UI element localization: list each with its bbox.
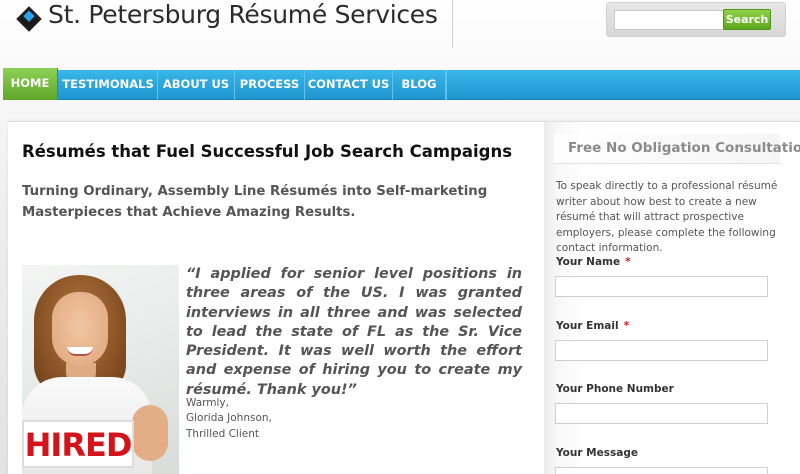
message-field[interactable] <box>555 467 768 474</box>
consultation-sidebar: Free No Obligation Consultation To speak… <box>544 122 800 474</box>
site-title[interactable]: St. Petersburg Résumé Services <box>48 0 438 29</box>
name-field[interactable] <box>555 276 768 297</box>
hired-sign-text: HIRED <box>24 426 133 464</box>
hired-sign: HIRED <box>22 420 134 468</box>
main-nav: HOME TESTIMONALS ABOUT US PROCESS CONTAC… <box>3 68 800 100</box>
email-field[interactable] <box>555 340 768 361</box>
signature-line-1: Warmly, <box>186 397 229 409</box>
search-button[interactable]: Search <box>723 9 771 30</box>
header-divider <box>452 0 453 48</box>
page-title: Résumés that Fuel Successful Job Search … <box>22 142 513 161</box>
phone-label: Your Phone Number <box>556 383 674 395</box>
sidebar-title: Free No Obligation Consultation <box>568 140 800 156</box>
testimonial-quote: “I applied for senior level positions in… <box>186 266 522 398</box>
email-label-text: Your Email <box>556 320 619 332</box>
logo-icon[interactable] <box>16 6 42 32</box>
photo-hand <box>132 405 168 461</box>
content-panel: Résumés that Fuel Successful Job Search … <box>8 121 800 474</box>
page-subtitle: Turning Ordinary, Assembly Line Résumés … <box>22 184 488 220</box>
phone-field[interactable] <box>555 403 768 424</box>
email-label: Your Email * <box>556 320 629 332</box>
name-label: Your Name * <box>556 256 631 268</box>
nav-divider <box>446 70 447 100</box>
email-required-mark: * <box>623 320 630 332</box>
name-required-mark: * <box>625 256 631 268</box>
nav-item-about-us[interactable]: ABOUT US <box>158 70 235 100</box>
search-form: Search <box>606 2 786 37</box>
sidebar-intro: To speak directly to a professional résu… <box>556 180 778 254</box>
nav-item-testimonals[interactable]: TESTIMONALS <box>59 70 158 100</box>
site-header: St. Petersburg Résumé Services Search <box>0 0 800 68</box>
nav-item-process[interactable]: PROCESS <box>235 70 305 100</box>
signature-line-2: Glorida Johnson, <box>186 412 272 425</box>
search-input[interactable] <box>614 10 724 30</box>
message-label-text: Your Message <box>556 447 638 459</box>
signature-line-3: Thrilled Client <box>186 427 259 440</box>
sidebar-title-box: Free No Obligation Consultation <box>554 134 800 164</box>
nav-item-blog[interactable]: BLOG <box>393 70 446 100</box>
phone-label-text: Your Phone Number <box>556 383 674 395</box>
testimonial-signature: Warmly, Glorida Johnson, Thrilled Client <box>186 396 272 442</box>
client-photo: HIRED <box>22 265 179 474</box>
nav-item-home[interactable]: HOME <box>3 68 58 100</box>
message-label: Your Message <box>556 447 638 459</box>
name-label-text: Your Name <box>556 256 621 268</box>
nav-item-contact-us[interactable]: CONTACT US <box>305 70 393 100</box>
